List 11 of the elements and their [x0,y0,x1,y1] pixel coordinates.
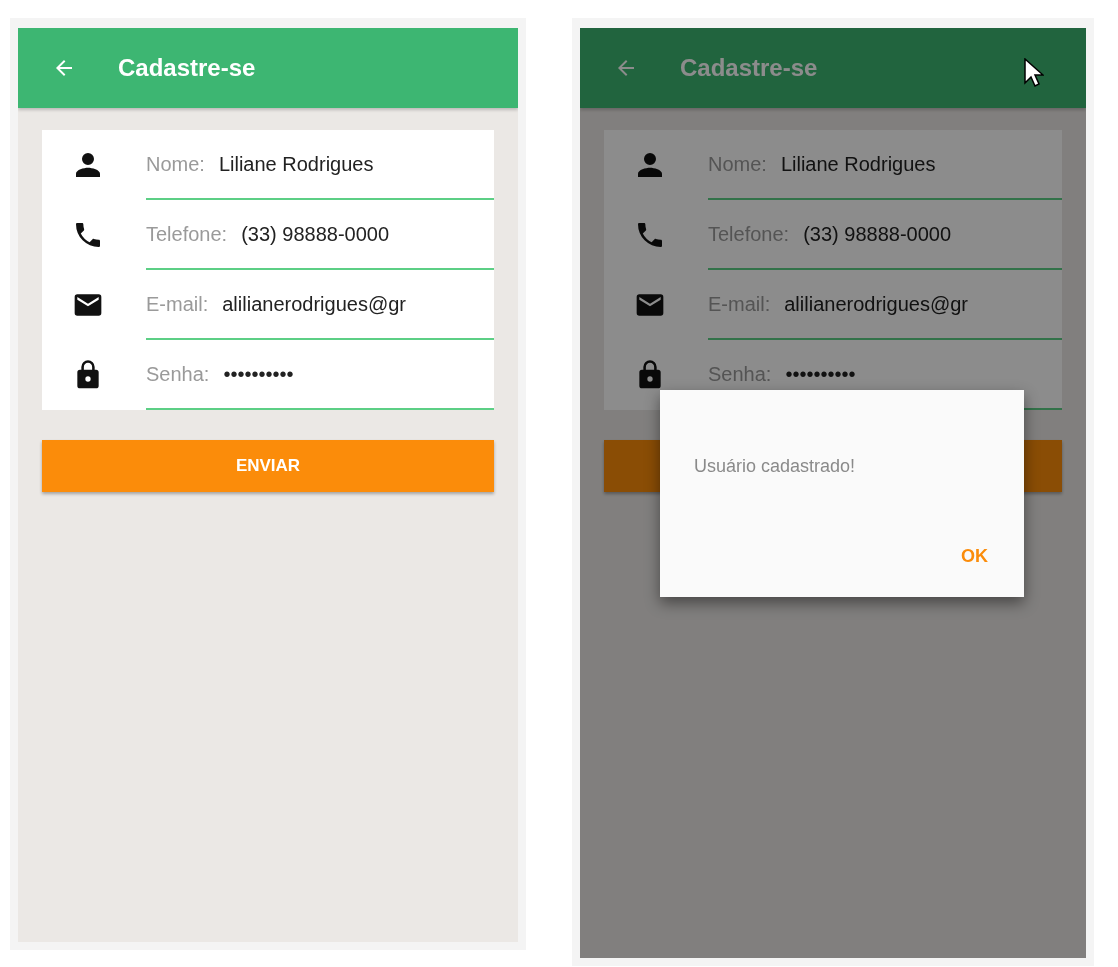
mouse-cursor-icon [1024,58,1044,88]
screen-title: Cadastre-se [118,54,256,82]
input-field[interactable]: Nome: Liliane Rodrigues [146,130,494,200]
input-field[interactable]: E-mail: alilianerodrigues@gr [146,270,494,340]
screen-title: Cadastre-se [680,54,818,82]
input-field[interactable]: Telefone: (33) 98888-0000 [708,200,1062,270]
input-field[interactable]: E-mail: alilianerodrigues@gr [708,270,1062,340]
input-field[interactable]: Nome: Liliane Rodrigues [708,130,1062,200]
input-field[interactable]: Senha: •••••••••• [146,340,494,410]
input-field[interactable]: Telefone: (33) 98888-0000 [146,200,494,270]
dialog-message: Usuário cadastrado! [694,456,857,477]
